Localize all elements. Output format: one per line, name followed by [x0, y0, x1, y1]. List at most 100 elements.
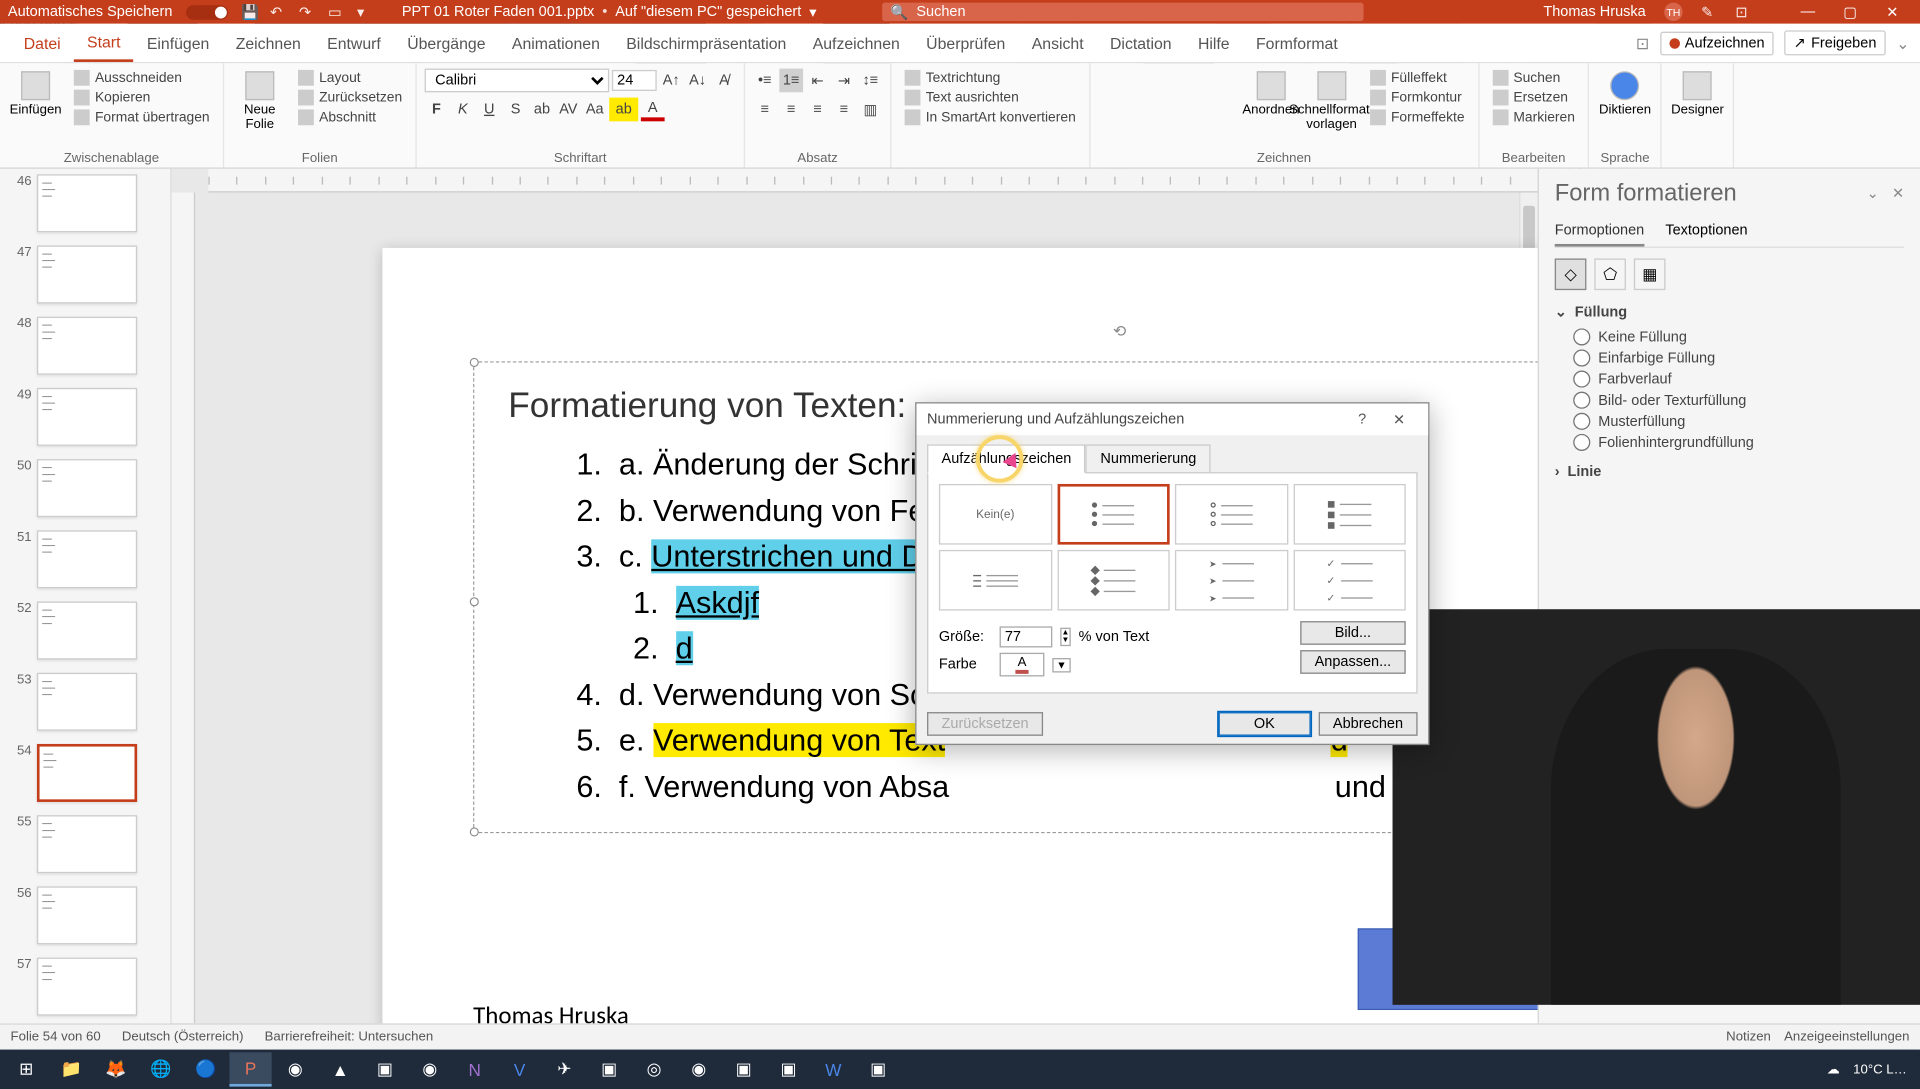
italic-button[interactable]: K	[451, 98, 475, 122]
fill-option[interactable]: Keine Füllung	[1573, 328, 1904, 345]
tab-help[interactable]: Hilfe	[1185, 26, 1243, 60]
slide-counter[interactable]: Folie 54 von 60	[11, 1030, 101, 1045]
spinner-up[interactable]: ▲	[1062, 629, 1070, 637]
underline-button[interactable]: U	[477, 98, 501, 122]
tab-slideshow[interactable]: Bildschirmpräsentation	[613, 26, 799, 60]
font-size-input[interactable]	[612, 70, 657, 91]
align-left-button[interactable]: ≡	[753, 98, 777, 122]
onenote-icon[interactable]: N	[454, 1052, 496, 1086]
columns-button[interactable]: ▥	[858, 98, 882, 122]
slide-thumb[interactable]: ━━━━━━━━━━	[37, 174, 137, 232]
fill-option[interactable]: Farbverlauf	[1573, 371, 1904, 388]
font-shrink-button[interactable]: A↓	[686, 69, 710, 93]
slide-thumb[interactable]: ━━━━━━━━━━	[37, 886, 137, 944]
bullet-dash[interactable]	[939, 550, 1052, 611]
accessibility-status[interactable]: Barrierefreiheit: Untersuchen	[265, 1030, 434, 1045]
bullet-arrow[interactable]	[1175, 550, 1288, 611]
font-name-select[interactable]: Calibri	[425, 69, 610, 93]
chrome-icon[interactable]: 🌐	[140, 1052, 182, 1086]
avatar[interactable]: TH	[1664, 3, 1682, 21]
search-box[interactable]: 🔍 Suchen	[882, 3, 1363, 21]
align-text-button[interactable]: Text ausrichten	[899, 88, 1081, 106]
maximize-button[interactable]: ▢	[1830, 0, 1870, 24]
cut-button[interactable]: Ausschneiden	[69, 69, 215, 87]
bullet-check[interactable]	[1293, 550, 1406, 611]
app-icon[interactable]: ▣	[857, 1052, 899, 1086]
smartart-button[interactable]: In SmartArt konvertieren	[899, 108, 1081, 126]
ok-button[interactable]: OK	[1218, 712, 1310, 736]
copy-button[interactable]: Kopieren	[69, 88, 215, 106]
app-icon[interactable]: ◉	[409, 1052, 451, 1086]
color-picker[interactable]	[1000, 653, 1045, 677]
tab-insert[interactable]: Einfügen	[134, 26, 223, 60]
bullet-filled-square[interactable]	[1293, 484, 1406, 545]
panel-dropdown-icon[interactable]: ⌄	[1867, 185, 1879, 202]
vlc-icon[interactable]: ▲	[319, 1052, 361, 1086]
collapse-ribbon-icon[interactable]: ⌄	[1896, 34, 1909, 52]
slide-thumb[interactable]: ━━━━━━━━━━	[37, 744, 137, 802]
cancel-button[interactable]: Abbrechen	[1318, 712, 1417, 736]
app-icon[interactable]: ▣	[767, 1052, 809, 1086]
app-icon[interactable]: ◉	[274, 1052, 316, 1086]
close-button[interactable]: ✕	[1873, 0, 1913, 24]
vscode-icon[interactable]: V	[498, 1052, 540, 1086]
autosave-toggle[interactable]	[186, 5, 228, 20]
slide-thumb[interactable]: ━━━━━━━━━━	[37, 388, 137, 446]
section-button[interactable]: Abschnitt	[293, 108, 408, 126]
designer-button[interactable]: Designer	[1670, 69, 1725, 120]
line-spacing-button[interactable]: ↕≡	[858, 69, 882, 93]
replace-button[interactable]: Ersetzen	[1487, 88, 1580, 106]
select-button[interactable]: Markieren	[1487, 108, 1580, 126]
tab-home[interactable]: Start	[74, 24, 134, 61]
shape-outline-button[interactable]: Formkontur	[1365, 88, 1470, 106]
slide-thumb[interactable]: ━━━━━━━━━━	[37, 673, 137, 731]
bullet-diamond[interactable]	[1057, 550, 1170, 611]
minimize-button[interactable]: —	[1788, 0, 1828, 24]
fill-option[interactable]: Musterfüllung	[1573, 413, 1904, 430]
edge-icon[interactable]: 🔵	[185, 1052, 227, 1086]
fill-line-icon[interactable]: ◇	[1555, 258, 1587, 290]
notes-button[interactable]: Notizen	[1726, 1030, 1771, 1045]
slide-thumb[interactable]: ━━━━━━━━━━	[37, 601, 137, 659]
tab-animations[interactable]: Animationen	[499, 26, 613, 60]
record-button[interactable]: Aufzeichnen	[1660, 31, 1774, 55]
tab-numbering[interactable]: Nummerierung	[1086, 444, 1211, 473]
bullets-button[interactable]: •≡	[753, 69, 777, 93]
font-color-button[interactable]: A	[641, 98, 665, 122]
reset-button[interactable]: Zurücksetzen	[293, 88, 408, 106]
tab-review[interactable]: Überprüfen	[913, 26, 1019, 60]
tab-draw[interactable]: Zeichnen	[223, 26, 314, 60]
powerpoint-icon[interactable]: P	[229, 1052, 271, 1086]
tray-icon[interactable]: ☁	[1827, 1062, 1840, 1077]
tab-shape-options[interactable]: Formoptionen	[1555, 218, 1645, 247]
layout-button[interactable]: Layout	[293, 69, 408, 87]
slide-thumb[interactable]: ━━━━━━━━━━	[37, 815, 137, 873]
highlight-button[interactable]: ab	[609, 98, 638, 122]
start-button[interactable]: ⊞	[5, 1052, 47, 1086]
bell-icon[interactable]: ⊡	[1735, 4, 1751, 20]
paste-button[interactable]: Einfügen	[8, 69, 63, 120]
slide-thumb[interactable]: ━━━━━━━━━━	[37, 459, 137, 517]
text-direction-button[interactable]: Textrichtung	[899, 69, 1081, 87]
word-icon[interactable]: W	[812, 1052, 854, 1086]
panel-close-icon[interactable]: ✕	[1892, 185, 1904, 202]
align-right-button[interactable]: ≡	[806, 98, 830, 122]
font-grow-button[interactable]: A↑	[659, 69, 683, 93]
firefox-icon[interactable]: 🦊	[95, 1052, 137, 1086]
indent-left-button[interactable]: ⇤	[806, 69, 830, 93]
dropdown-icon[interactable]: ▾	[357, 4, 373, 20]
selection-handle[interactable]	[470, 827, 479, 836]
size-icon[interactable]: ▦	[1634, 258, 1666, 290]
tab-file[interactable]: Datei	[11, 26, 74, 60]
align-center-button[interactable]: ≡	[779, 98, 803, 122]
app-icon[interactable]: ▣	[588, 1052, 630, 1086]
brush-icon[interactable]: ✎	[1701, 4, 1717, 20]
telegram-icon[interactable]: ✈	[543, 1052, 585, 1086]
present-icon[interactable]: ▭	[328, 4, 344, 20]
fill-option[interactable]: Einfarbige Füllung	[1573, 349, 1904, 366]
selection-handle[interactable]	[470, 358, 479, 367]
tab-transitions[interactable]: Übergänge	[394, 26, 499, 60]
explorer-icon[interactable]: 📁	[50, 1052, 92, 1086]
dictate-button[interactable]: Diktieren	[1597, 69, 1652, 120]
bold-button[interactable]: F	[425, 98, 449, 122]
